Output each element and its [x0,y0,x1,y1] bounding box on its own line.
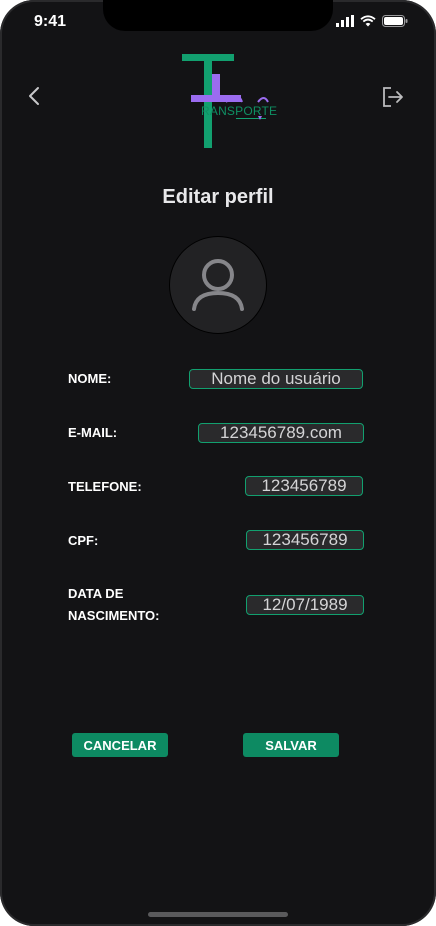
logout-icon [383,87,403,107]
status-icons [336,15,408,27]
user-icon [192,259,244,311]
name-label: NOME: [68,371,112,386]
email-input[interactable] [198,423,364,443]
birth-date-input[interactable] [246,595,364,615]
phone-label: TELEFONE: [68,479,142,494]
page-title: Editar perfil [162,186,274,208]
wifi-icon [360,15,376,27]
name-input[interactable] [189,369,363,389]
logo-mark-icon [182,54,269,148]
cancel-button[interactable]: CANCELAR [72,733,168,757]
phone-screen: 9:41 RANSPORTE Editar perfil NOME: Nome … [0,0,436,926]
chevron-left-icon [29,87,39,105]
save-button[interactable]: SALVAR [243,733,339,757]
home-indicator[interactable] [148,912,288,917]
app-logo [178,52,274,148]
battery-icon [382,15,408,27]
back-button[interactable] [24,84,48,108]
logout-button[interactable] [380,84,406,110]
phone-input[interactable] [245,476,363,496]
logo-text: RANSPORTE [201,104,278,118]
birth-date-label: DATA DE NASCIMENTO: [68,583,159,627]
profile-avatar[interactable] [169,236,267,334]
cpf-label: CPF: [68,533,99,548]
status-time: 9:41 [34,13,67,30]
email-label: E-MAIL: [68,425,118,440]
birth-date-label-line2: NASCIMENTO: [68,608,160,623]
notch [103,0,333,31]
signal-icon [336,15,354,27]
birth-date-label-line1: DATA DE [68,586,124,601]
cpf-input[interactable] [246,530,364,550]
